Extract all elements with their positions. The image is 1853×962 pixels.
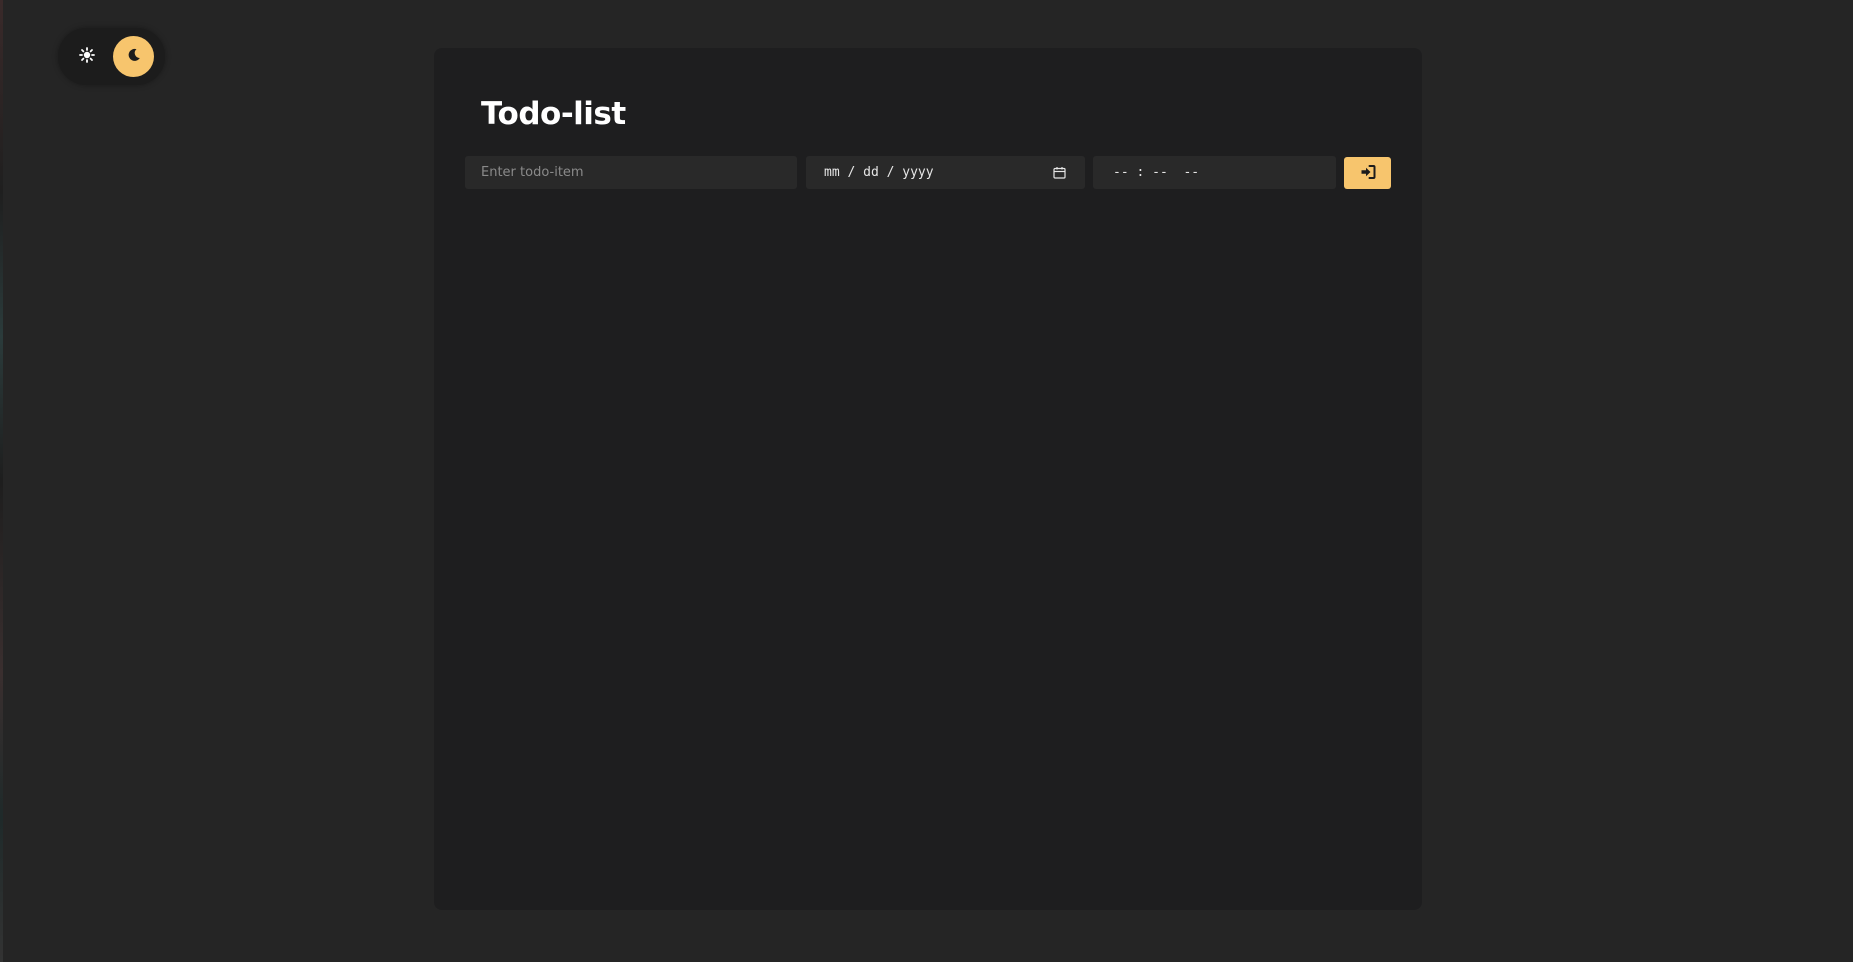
time-input[interactable]: -- : -- -- [1093, 156, 1336, 189]
window-edge [0, 0, 3, 962]
sun-icon [79, 47, 95, 67]
sign-in-icon [1360, 164, 1376, 182]
calendar-icon[interactable] [1051, 165, 1067, 181]
page-title: Todo-list [481, 96, 626, 132]
date-input-text: mm / dd / yyyy [824, 165, 934, 180]
light-mode-button[interactable] [72, 42, 102, 72]
add-todo-form: mm / dd / yyyy -- : -- -- [465, 156, 1391, 189]
time-input-text: -- : -- -- [1113, 165, 1200, 180]
todo-list [465, 208, 1391, 868]
todo-input[interactable] [465, 156, 797, 189]
date-input[interactable]: mm / dd / yyyy [806, 156, 1085, 189]
theme-toggle[interactable] [58, 28, 165, 85]
add-todo-button[interactable] [1344, 157, 1391, 189]
todo-card: Todo-list mm / dd / yyyy -- : -- -- [434, 48, 1422, 910]
moon-icon [126, 47, 142, 67]
dark-mode-button[interactable] [113, 36, 154, 77]
